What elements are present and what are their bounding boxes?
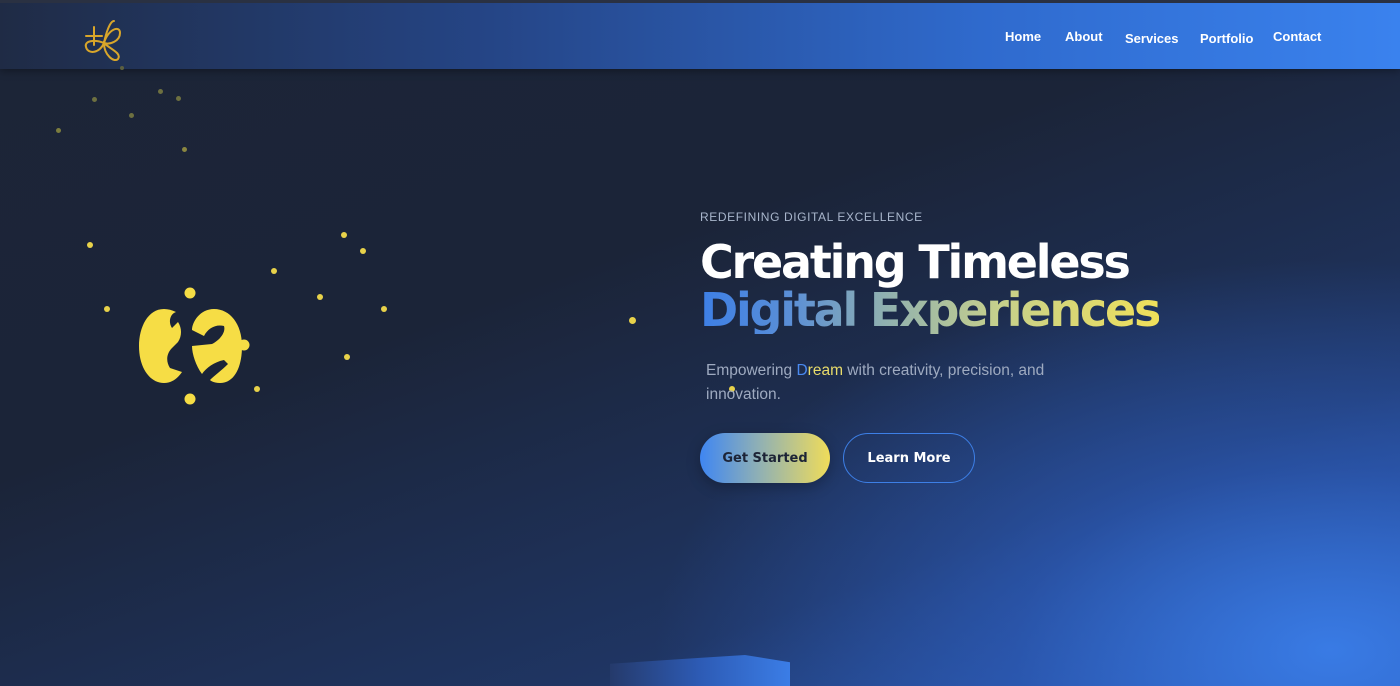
nav-portfolio-link[interactable]: Portfolio (1200, 31, 1253, 46)
get-started-button[interactable]: Get Started (700, 433, 830, 483)
particle-dot (120, 66, 124, 70)
learn-more-button[interactable]: Learn More (843, 433, 975, 483)
particle-dot (271, 268, 277, 274)
yellow-butterfly-emblem-icon (130, 282, 260, 407)
nav-contact-link[interactable]: Contact (1273, 29, 1321, 44)
subtext-prefix: Empowering (706, 362, 797, 379)
particle-dot (381, 306, 387, 312)
particle-dot (317, 294, 323, 300)
subtext-highlight-ream: ream (807, 362, 843, 379)
hero-headline: Creating Timeless Digital Experiences (700, 235, 1161, 337)
particle-dot (129, 113, 134, 118)
particle-dot (92, 97, 97, 102)
particle-dot (176, 96, 181, 101)
particle-dot (182, 147, 187, 152)
particle-dot (104, 306, 110, 312)
butterfly-logo-icon[interactable] (80, 15, 128, 61)
top-navbar: Home About Services Portfolio Contact (0, 0, 1400, 69)
headline-line-1: Creating Timeless (700, 235, 1131, 289)
hero-subtext: Empowering Dream with creativity, precis… (706, 359, 1086, 407)
headline-line-2-gradient: Digital Experiences (700, 283, 1161, 337)
particle-dot (87, 242, 93, 248)
particle-dot (158, 89, 163, 94)
particle-dot (344, 354, 350, 360)
nav-home-link[interactable]: Home (1005, 29, 1041, 44)
particle-dot (629, 317, 636, 324)
nav-services-link[interactable]: Services (1125, 31, 1179, 46)
subtext-highlight-d: D (796, 362, 808, 379)
particle-dot (360, 248, 366, 254)
particle-dot (56, 128, 61, 133)
nav-about-link[interactable]: About (1065, 29, 1103, 44)
particle-dot (341, 232, 347, 238)
hero-tagline: REDEFINING DIGITAL EXCELLENCE (700, 210, 923, 224)
